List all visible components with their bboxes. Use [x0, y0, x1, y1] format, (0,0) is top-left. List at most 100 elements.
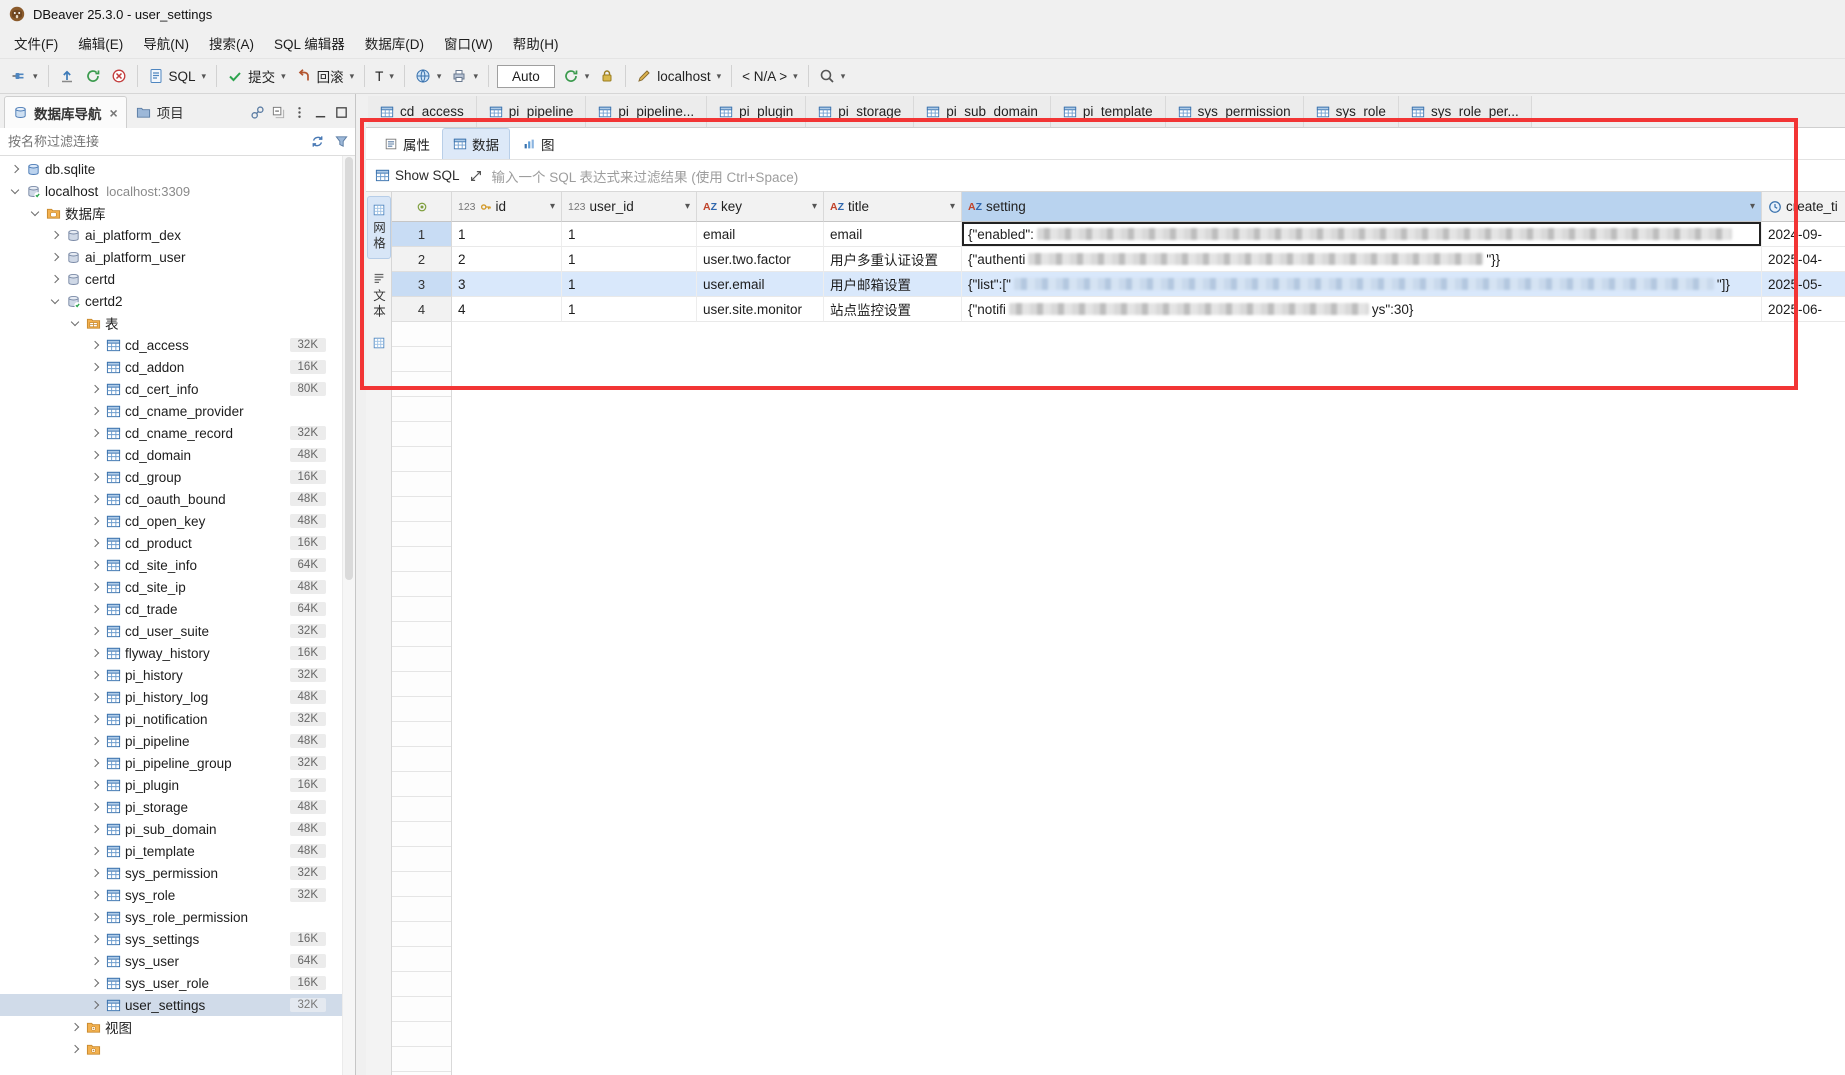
tree-item-sys_settings[interactable]: sys_settings16K — [0, 928, 342, 950]
chevron-right-icon[interactable] — [88, 338, 102, 352]
chevron-right-icon[interactable] — [68, 1020, 82, 1034]
tree-item-sys_user_role[interactable]: sys_user_role16K — [0, 972, 342, 994]
presentation-menu-icon[interactable] — [372, 336, 386, 350]
tree-item-cd_cname_provider[interactable]: cd_cname_provider — [0, 400, 342, 422]
menu-database[interactable]: 数据库(D) — [355, 28, 434, 58]
filter-dropdown-icon[interactable]: ▾ — [550, 201, 555, 212]
rollback-button[interactable]: 回滚▾ — [291, 62, 360, 90]
tree-item-sys_permission[interactable]: sys_permission32K — [0, 862, 342, 884]
chevron-right-icon[interactable] — [8, 162, 22, 176]
refresh-button[interactable] — [80, 64, 106, 88]
scrollbar-thumb[interactable] — [345, 157, 353, 580]
chevron-right-icon[interactable] — [88, 426, 102, 440]
result-tab-properties[interactable]: 属性 — [374, 129, 440, 159]
cell-id[interactable]: 2 — [452, 247, 562, 272]
chevron-right-icon[interactable] — [88, 734, 102, 748]
tree-item-pi_storage[interactable]: pi_storage48K — [0, 796, 342, 818]
chevron-right-icon[interactable] — [88, 712, 102, 726]
tree-item-cd_oauth_bound[interactable]: cd_oauth_bound48K — [0, 488, 342, 510]
tree-item-cd_addon[interactable]: cd_addon16K — [0, 356, 342, 378]
editor-tab-pi_pipeline[interactable]: pi_pipeline — [477, 96, 587, 127]
new-connection-button[interactable]: ▾ — [6, 64, 43, 88]
cell-user_id[interactable]: 1 — [562, 272, 697, 297]
tree-item-sys_role[interactable]: sys_role32K — [0, 884, 342, 906]
chevron-right-icon[interactable] — [68, 1042, 82, 1056]
chevron-right-icon[interactable] — [88, 690, 102, 704]
chevron-right-icon[interactable] — [88, 470, 102, 484]
tree-item-cd_access[interactable]: cd_access32K — [0, 334, 342, 356]
chevron-right-icon[interactable] — [88, 448, 102, 462]
tree-item-pi_history_log[interactable]: pi_history_log48K — [0, 686, 342, 708]
column-header-user_id[interactable]: 123user_id▾ — [562, 192, 697, 222]
result-tab-diagram[interactable]: 图 — [512, 129, 565, 159]
chevron-right-icon[interactable] — [88, 910, 102, 924]
sql-editor-button[interactable]: SQL▾ — [143, 64, 212, 88]
editor-tab-pi_template[interactable]: pi_template — [1051, 96, 1166, 127]
tree-item-sys_role_permission[interactable]: sys_role_permission — [0, 906, 342, 928]
dropdown-arrow-icon[interactable]: ▾ — [389, 71, 394, 82]
tab-projects[interactable]: 项目 — [128, 96, 192, 128]
show-sql-button[interactable]: Show SQL — [375, 168, 460, 183]
tree-item-pi_template[interactable]: pi_template48K — [0, 840, 342, 862]
chevron-right-icon[interactable] — [88, 646, 102, 660]
chevron-right-icon[interactable] — [88, 800, 102, 814]
chevron-right-icon[interactable] — [88, 360, 102, 374]
dropdown-arrow-icon[interactable]: ▾ — [437, 71, 442, 82]
editor-tab-pi_pipeline...[interactable]: pi_pipeline... — [586, 96, 707, 127]
minimize-panel-button[interactable] — [310, 102, 330, 122]
chevron-right-icon[interactable] — [88, 558, 102, 572]
cell-setting[interactable]: {"authenti"}} — [962, 247, 1762, 272]
active-schema-button[interactable]: < N/A >▾ — [737, 65, 803, 88]
chevron-right-icon[interactable] — [88, 668, 102, 682]
tab-database-navigator[interactable]: 数据库导航 × — [4, 96, 127, 129]
tree-scrollbar[interactable] — [342, 156, 355, 1075]
tree-item-cd_site_info[interactable]: cd_site_info64K — [0, 554, 342, 576]
export-button[interactable] — [54, 64, 80, 88]
chevron-right-icon[interactable] — [88, 514, 102, 528]
chevron-right-icon[interactable] — [88, 404, 102, 418]
column-header-title[interactable]: AZtitle▾ — [824, 192, 962, 222]
dropdown-arrow-icon[interactable]: ▾ — [841, 71, 846, 82]
chevron-right-icon[interactable] — [88, 624, 102, 638]
chevron-right-icon[interactable] — [88, 778, 102, 792]
tree-item-cd_cname_record[interactable]: cd_cname_record32K — [0, 422, 342, 444]
menu-navigate[interactable]: 导航(N) — [133, 28, 199, 58]
tree-item-certd[interactable]: certd — [0, 268, 342, 290]
sync-selection-button[interactable] — [307, 132, 327, 152]
search-button[interactable]: ▾ — [814, 64, 851, 88]
cell-create_ti[interactable]: 2025-06- — [1762, 297, 1845, 322]
chevron-right-icon[interactable] — [88, 954, 102, 968]
chevron-down-icon[interactable] — [8, 184, 22, 198]
result-tab-data[interactable]: 数据 — [442, 128, 510, 159]
presentation-tab-grid[interactable]: 网格 — [367, 196, 391, 259]
filter-expression-placeholder[interactable]: 输入一个 SQL 表达式来过滤结果 (使用 Ctrl+Space) — [492, 166, 799, 186]
maximize-panel-button[interactable] — [331, 102, 351, 122]
chevron-right-icon[interactable] — [88, 536, 102, 550]
chevron-right-icon[interactable] — [88, 976, 102, 990]
tree-item-pi_sub_domain[interactable]: pi_sub_domain48K — [0, 818, 342, 840]
web-browser-button[interactable]: ▾ — [410, 64, 447, 88]
row-header-3[interactable]: 3 — [392, 272, 452, 297]
select-all-cell[interactable] — [392, 192, 452, 222]
chevron-right-icon[interactable] — [88, 602, 102, 616]
collapse-all-button[interactable] — [268, 102, 288, 122]
view-menu-button[interactable] — [289, 102, 309, 122]
chevron-down-icon[interactable] — [28, 206, 42, 220]
menu-window[interactable]: 窗口(W) — [434, 28, 503, 58]
close-icon[interactable]: × — [110, 108, 118, 118]
chevron-right-icon[interactable] — [48, 228, 62, 242]
column-header-create_ti[interactable]: create_ti — [1762, 192, 1845, 222]
row-header-1[interactable]: 1 — [392, 222, 452, 247]
chevron-right-icon[interactable] — [48, 250, 62, 264]
active-connection-button[interactable]: localhost▾ — [631, 64, 726, 88]
cell-id[interactable]: 3 — [452, 272, 562, 297]
cell-id[interactable]: 1 — [452, 222, 562, 247]
column-header-id[interactable]: 123id▾ — [452, 192, 562, 222]
chevron-right-icon[interactable] — [88, 932, 102, 946]
cell-title[interactable]: 站点监控设置 — [824, 297, 962, 322]
tree-item-pi_pipeline[interactable]: pi_pipeline48K — [0, 730, 342, 752]
tree-item-数据库[interactable]: 数据库 — [0, 202, 342, 224]
tree-item-cd_user_suite[interactable]: cd_user_suite32K — [0, 620, 342, 642]
tree-item-certd2[interactable]: certd2 — [0, 290, 342, 312]
auto-refresh-button[interactable]: ▾ — [558, 64, 595, 88]
